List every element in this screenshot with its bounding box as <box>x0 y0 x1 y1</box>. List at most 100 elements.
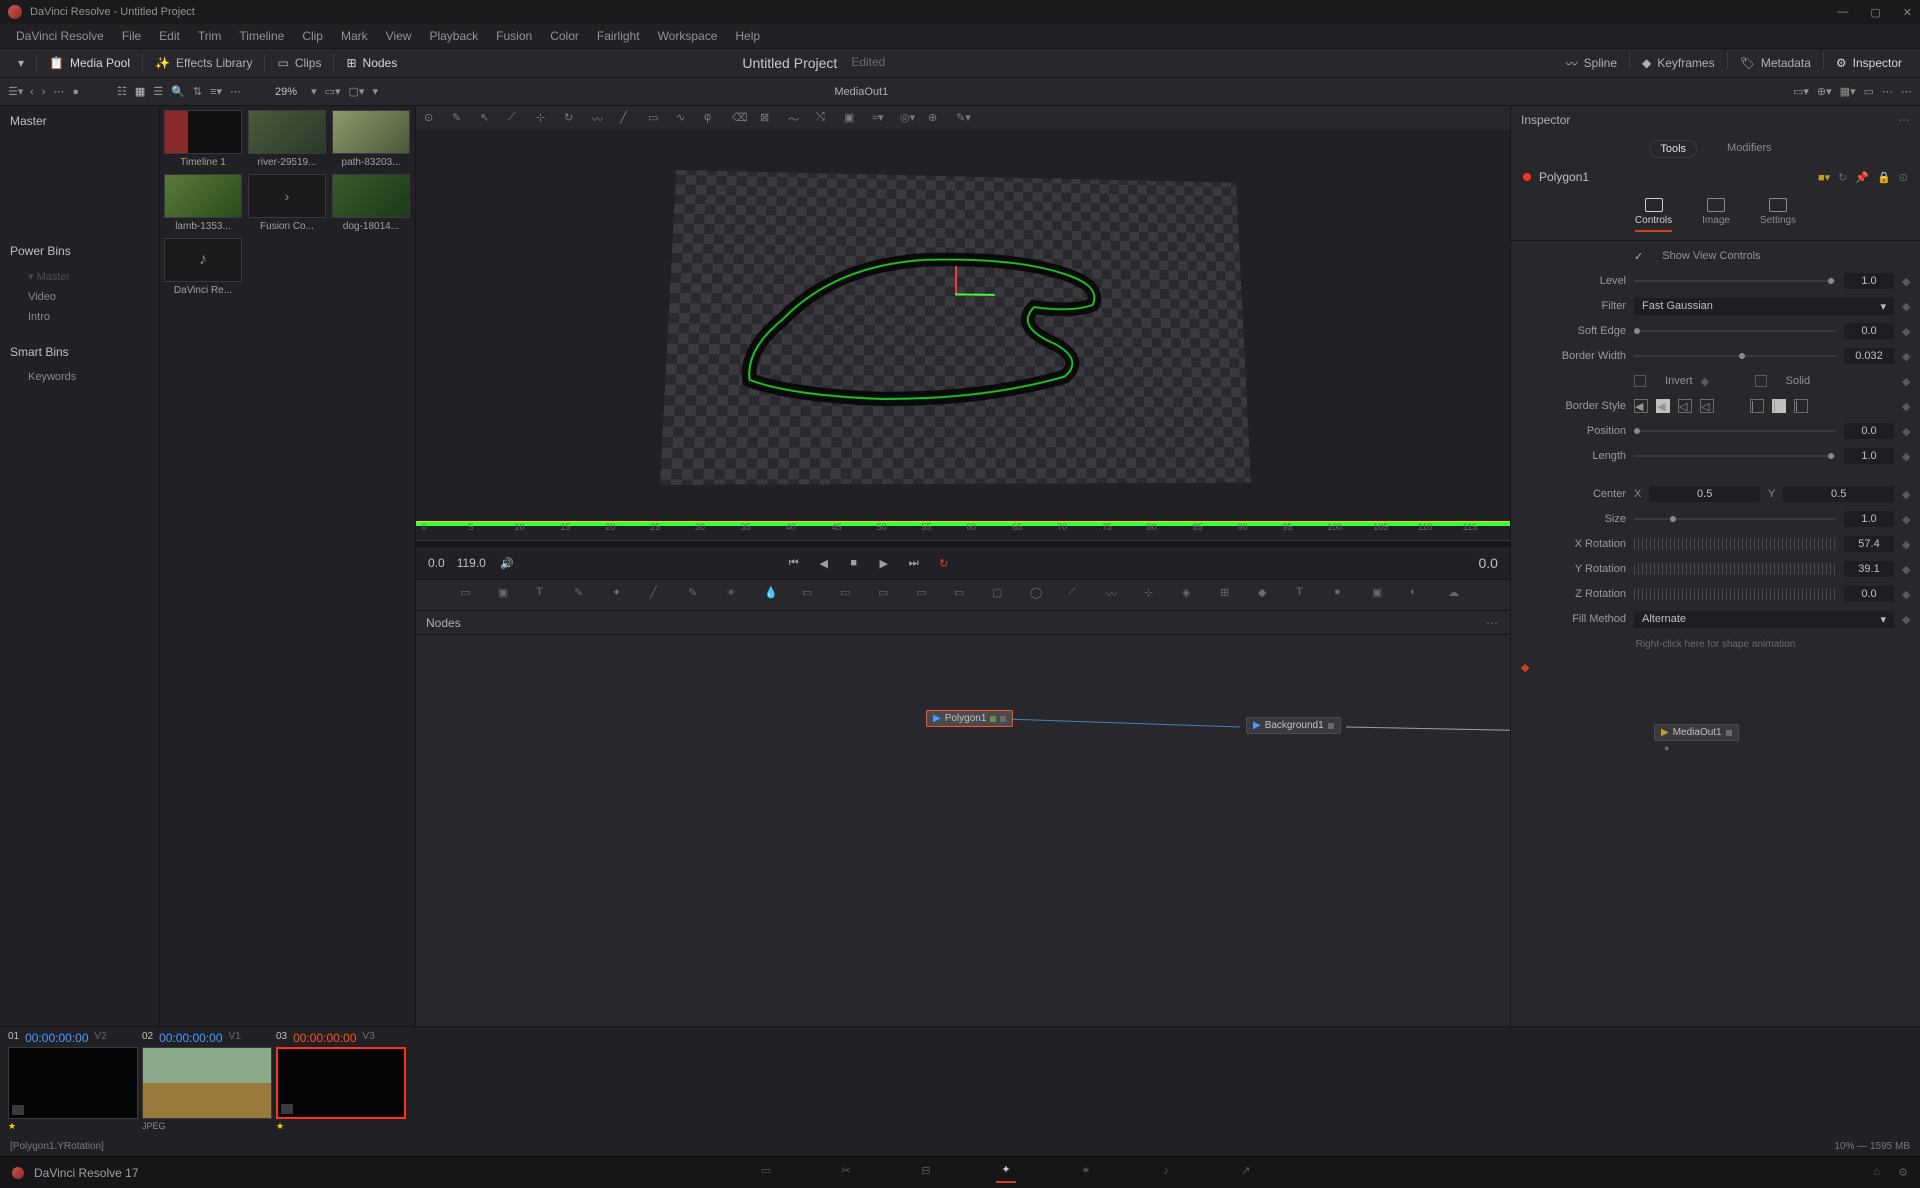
position-slider[interactable] <box>1634 430 1836 432</box>
pen-icon[interactable]: ✎ <box>452 111 466 125</box>
opts-icon[interactable]: ✎▾ <box>956 111 970 125</box>
nodes-button[interactable]: ⊞ Nodes <box>336 52 407 74</box>
tool-rect-icon[interactable]: ▢ <box>992 586 1010 604</box>
menu-workspace[interactable]: Workspace <box>650 27 726 45</box>
grid-icon[interactable]: ▦▾ <box>1840 85 1856 98</box>
node-pin-icon[interactable]: 📌 <box>1855 171 1869 184</box>
keyframe-diamond-icon[interactable]: ◆ <box>1902 350 1910 363</box>
panel-dropdown-button[interactable]: ▾ <box>8 52 34 74</box>
page-fairlight[interactable]: ♪ <box>1156 1163 1176 1183</box>
x-rotation-dial[interactable] <box>1634 538 1836 550</box>
border-style-6[interactable]: | <box>1772 399 1786 413</box>
menu-help[interactable]: Help <box>727 27 768 45</box>
gizmo-x-axis[interactable] <box>955 293 995 295</box>
page-media[interactable]: ▭ <box>756 1163 776 1183</box>
view-dd-icon[interactable]: ▾ <box>372 85 378 98</box>
home-icon[interactable]: ⌂ <box>1873 1166 1880 1179</box>
x-rotation-value[interactable]: 57.4 <box>1844 536 1894 552</box>
media-item[interactable]: dog-18014... <box>332 174 410 232</box>
loop-button[interactable]: ↻ <box>935 554 953 572</box>
record-icon[interactable]: ● <box>72 86 79 98</box>
controls-tab-image[interactable]: Image <box>1702 198 1730 232</box>
z-rotation-value[interactable]: 0.0 <box>1844 586 1894 602</box>
center-y-value[interactable]: 0.5 <box>1783 486 1894 502</box>
selected-node-name[interactable]: Polygon1 <box>1539 170 1810 184</box>
view-icon[interactable]: ▢▾ <box>349 85 365 98</box>
tool-xf-icon[interactable]: ▭ <box>802 586 820 604</box>
menu-file[interactable]: File <box>114 27 149 45</box>
menu-view[interactable]: View <box>378 27 420 45</box>
zoom-dd-icon[interactable]: ▾ <box>311 85 317 98</box>
level-slider[interactable] <box>1634 280 1836 282</box>
globe-icon[interactable]: ⊕▾ <box>1817 85 1832 98</box>
keyframe-diamond-icon[interactable]: ◆ <box>1902 450 1910 463</box>
timecode-position[interactable]: 0.0 <box>1479 555 1498 571</box>
smart-bins-header[interactable]: Smart Bins <box>0 337 159 367</box>
keyframe-diamond-icon[interactable]: ◆ <box>1902 538 1910 551</box>
node-reset-icon[interactable]: ↻ <box>1838 171 1847 184</box>
smart-bin-keywords[interactable]: Keywords <box>0 367 159 387</box>
z-rotation-dial[interactable] <box>1634 588 1836 600</box>
show-view-checkbox[interactable]: ✓ <box>1634 250 1643 263</box>
power-bins-header[interactable]: Power Bins <box>0 236 159 266</box>
gizmo-y-axis[interactable] <box>955 266 957 293</box>
page-cut[interactable]: ✂ <box>836 1163 856 1183</box>
grid-view-icon[interactable]: ▦ <box>135 85 145 98</box>
tool-merge-icon[interactable]: ▭ <box>840 586 858 604</box>
length-slider[interactable] <box>1634 455 1836 457</box>
power-bins-master[interactable]: ▾ Master <box>0 266 159 287</box>
node-mediaout1[interactable]: ▶MediaOut1 <box>1654 724 1739 741</box>
detail-view-icon[interactable]: ☰ <box>153 85 163 98</box>
roi-icon[interactable]: ◎▾ <box>900 111 914 125</box>
center-x-value[interactable]: 0.5 <box>1649 486 1760 502</box>
power-bin-intro[interactable]: Intro <box>0 307 159 327</box>
node-enable-icon[interactable]: ■▾ <box>1818 171 1830 184</box>
y-rotation-dial[interactable] <box>1634 563 1836 575</box>
keyframe-diamond-icon[interactable]: ◆ <box>1902 488 1910 501</box>
eq-icon[interactable]: ≈▾ <box>872 111 886 125</box>
filter-icon[interactable]: ⇅ <box>193 85 202 98</box>
maximize-button[interactable]: ▢ <box>1870 6 1880 19</box>
tool-multi-icon[interactable]: ⊞ <box>1220 586 1238 604</box>
tool-cloud-icon[interactable]: ☁ <box>1448 586 1466 604</box>
nodes-options-icon[interactable]: ⋯ <box>1486 616 1500 630</box>
sort2-icon[interactable]: ≡▾ <box>210 85 222 98</box>
border-style-7[interactable]: | <box>1794 399 1808 413</box>
anchor-icon[interactable]: ⊹ <box>536 111 550 125</box>
clip-item[interactable]: 0200:00:00:00V1 JPEG <box>142 1031 272 1131</box>
inspector-options-icon[interactable]: ⋯ <box>1898 113 1910 127</box>
metadata-button[interactable]: 🏷 Metadata <box>1730 51 1821 76</box>
keyframe-diamond-icon[interactable]: ◆ <box>1902 325 1910 338</box>
first-frame-button[interactable]: ⏮ <box>785 554 803 572</box>
nodes-flow[interactable]: ▶Polygon1 ▶Background1 ▶MediaOut1 ● <box>416 635 1510 1026</box>
page-fusion[interactable]: ✦ <box>996 1163 1016 1183</box>
menu-mark[interactable]: Mark <box>333 27 376 45</box>
media-item[interactable]: river-29519... <box>248 110 326 168</box>
soft-edge-value[interactable]: 0.0 <box>1844 323 1894 339</box>
inspector-tab-tools[interactable]: Tools <box>1649 140 1697 158</box>
keyframe-diamond-icon[interactable]: ◆ <box>1521 661 1529 674</box>
controls-tab-settings[interactable]: Settings <box>1760 198 1796 232</box>
node-graph-icon[interactable]: ⊙ <box>1899 171 1908 184</box>
keyframe-diamond-icon[interactable]: ◆ <box>1902 275 1910 288</box>
invert-checkbox[interactable] <box>1634 375 1646 387</box>
list-view-icon[interactable]: ☷ <box>117 85 127 98</box>
tool-text-icon[interactable]: T <box>536 586 554 604</box>
tool-ellipse-icon[interactable]: ◯ <box>1030 586 1048 604</box>
clip-item[interactable]: 0300:00:00:00V3 ★ <box>276 1031 406 1132</box>
tool-text3d-icon[interactable]: T <box>1296 586 1314 604</box>
time-ruler[interactable]: 0 5 10 15 20 25 30 35 40 45 50 55 60 65 … <box>416 521 1510 541</box>
master-bin[interactable]: Master <box>0 106 159 136</box>
keyframe-diamond-icon[interactable]: ◆ <box>1902 513 1910 526</box>
spline-button[interactable]: 〰 Spline <box>1556 51 1627 76</box>
menu-fusion[interactable]: Fusion <box>488 27 540 45</box>
keyframes-button[interactable]: ◆ Keyframes <box>1632 51 1725 76</box>
swap-icon[interactable]: ⤭ <box>816 111 830 125</box>
polygon-mask[interactable] <box>738 249 1135 412</box>
keyframe-diamond-icon[interactable]: ◆ <box>1902 300 1910 313</box>
more2-icon[interactable]: ⋯ <box>230 85 241 98</box>
menu-color[interactable]: Color <box>542 27 587 45</box>
border-width-value[interactable]: 0.032 <box>1844 348 1894 364</box>
tool-mask2-icon[interactable]: ✎ <box>688 586 706 604</box>
zoom-percent[interactable]: 29% <box>269 86 303 98</box>
